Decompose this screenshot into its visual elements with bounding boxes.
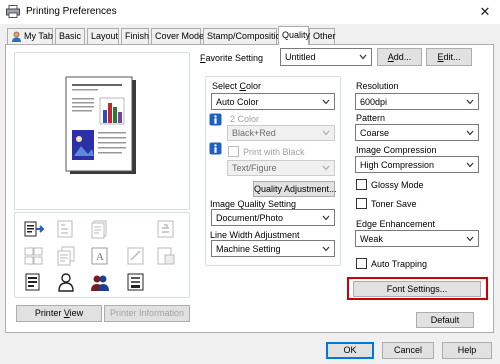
tab-label: My Tab <box>24 31 53 41</box>
print-with-black-dropdown: Text/Figure <box>227 160 335 176</box>
edit-favorite-button[interactable]: Edit... <box>426 48 472 66</box>
chevron-down-icon <box>322 215 330 220</box>
image-compression-dropdown[interactable]: High Compression <box>355 156 479 173</box>
chevron-down-icon <box>322 130 330 136</box>
two-color-label: 2 Color <box>230 114 260 124</box>
grid-pages-icon <box>24 247 43 265</box>
chevron-down-icon <box>359 54 367 60</box>
account-icon <box>91 275 109 291</box>
resolution-label: Resolution <box>356 81 399 91</box>
tab-label: Layout <box>91 31 119 41</box>
tab-cover-mode[interactable]: Cover Mode <box>151 28 205 44</box>
line-width-dropdown[interactable]: Machine Setting <box>211 240 335 257</box>
tab-stamp-composition[interactable]: Stamp/Composition <box>203 28 286 44</box>
info-icon <box>209 113 222 126</box>
finisher-icon <box>127 273 144 291</box>
image-quality-label: Image Quality Setting <box>210 199 297 209</box>
image-compression-label: Image Compression <box>356 145 437 155</box>
print-with-black-label: Print with Black <box>243 147 305 157</box>
page-overlay-icon <box>157 247 175 265</box>
tab-label: Finish <box>125 31 150 41</box>
auto-trapping-checkbox[interactable] <box>356 258 367 269</box>
glossy-mode-label: Glossy Mode <box>371 180 424 190</box>
chevron-down-icon <box>322 246 330 251</box>
select-color-dropdown[interactable]: Auto Color <box>211 93 335 110</box>
tab-label: Quality <box>282 30 311 40</box>
edge-enhancement-dropdown[interactable]: Weak <box>355 230 479 247</box>
chevron-down-icon <box>466 130 474 135</box>
user-icon <box>12 31 21 42</box>
tab-basic[interactable]: Basic <box>55 28 85 44</box>
tab-quality[interactable]: Quality <box>278 26 311 45</box>
select-color-label: Select Color <box>212 81 262 91</box>
line-width-label: Line Width Adjustment <box>210 230 300 240</box>
edge-enhancement-label: Edge Enhancement <box>356 219 436 229</box>
window-title: Printing Preferences <box>26 6 117 17</box>
quality-adjustment-button[interactable]: Quality Adjustment... <box>253 181 337 197</box>
chevron-down-icon <box>466 236 474 241</box>
printer-information-button: Printer Information <box>104 305 190 322</box>
help-button[interactable]: Help <box>442 342 492 359</box>
chevron-down-icon <box>322 99 330 104</box>
title-bar: Printing Preferences ✕ <box>0 0 500 24</box>
resolution-dropdown[interactable]: 600dpi <box>355 93 479 110</box>
auto-trapping-label: Auto Trapping <box>371 259 428 269</box>
text-page-icon: A <box>91 247 108 265</box>
close-button[interactable]: ✕ <box>470 0 500 24</box>
stamp-icon <box>157 220 174 238</box>
ok-button[interactable]: OK <box>326 342 374 359</box>
tab-other[interactable]: Other <box>309 28 336 44</box>
favorite-setting-select[interactable]: Untitled <box>280 48 372 66</box>
printer-output-icon <box>24 221 44 237</box>
add-favorite-button[interactable]: Add... <box>377 48 422 66</box>
info-icon <box>209 142 222 155</box>
cancel-button[interactable]: Cancel <box>382 342 434 359</box>
tab-label: Cover Mode <box>155 31 205 41</box>
font-settings-button[interactable]: Font Settings... <box>353 281 481 297</box>
tab-layout[interactable]: Layout <box>87 28 119 44</box>
toner-save-label: Toner Save <box>371 199 417 209</box>
watermark-icon <box>127 247 144 265</box>
page-preview-image <box>65 76 136 174</box>
pattern-dropdown[interactable]: Coarse <box>355 124 479 141</box>
favorite-setting-value: Untitled <box>285 52 316 62</box>
chevron-down-icon <box>466 99 474 104</box>
chevron-down-icon <box>322 165 330 171</box>
glossy-mode-checkbox[interactable] <box>356 179 367 190</box>
tab-finish[interactable]: Finish <box>121 28 149 44</box>
toner-save-checkbox[interactable] <box>356 198 367 209</box>
printer-view-button[interactable]: Printer View <box>16 305 102 322</box>
svg-text:A: A <box>96 251 104 263</box>
tab-label: Basic <box>59 31 82 41</box>
tab-label: Other <box>313 31 336 41</box>
staple-icon <box>57 220 73 238</box>
two-color-dropdown: Black+Red <box>227 125 335 141</box>
image-quality-dropdown[interactable]: Document/Photo <box>211 209 335 226</box>
printer-icon <box>6 5 20 18</box>
print-with-black-checkbox <box>228 146 239 157</box>
tab-my-tab[interactable]: My Tab <box>7 28 53 44</box>
chevron-down-icon <box>466 162 474 167</box>
booklet-icon <box>91 220 107 239</box>
default-button[interactable]: Default <box>416 312 474 328</box>
pattern-label: Pattern <box>356 113 386 123</box>
favorite-setting-label: Favorite Setting <box>200 53 264 63</box>
document-icon <box>25 273 40 291</box>
tab-label: Stamp/Composition <box>207 31 286 41</box>
copies-icon <box>57 246 75 266</box>
user-auth-icon <box>58 273 74 292</box>
